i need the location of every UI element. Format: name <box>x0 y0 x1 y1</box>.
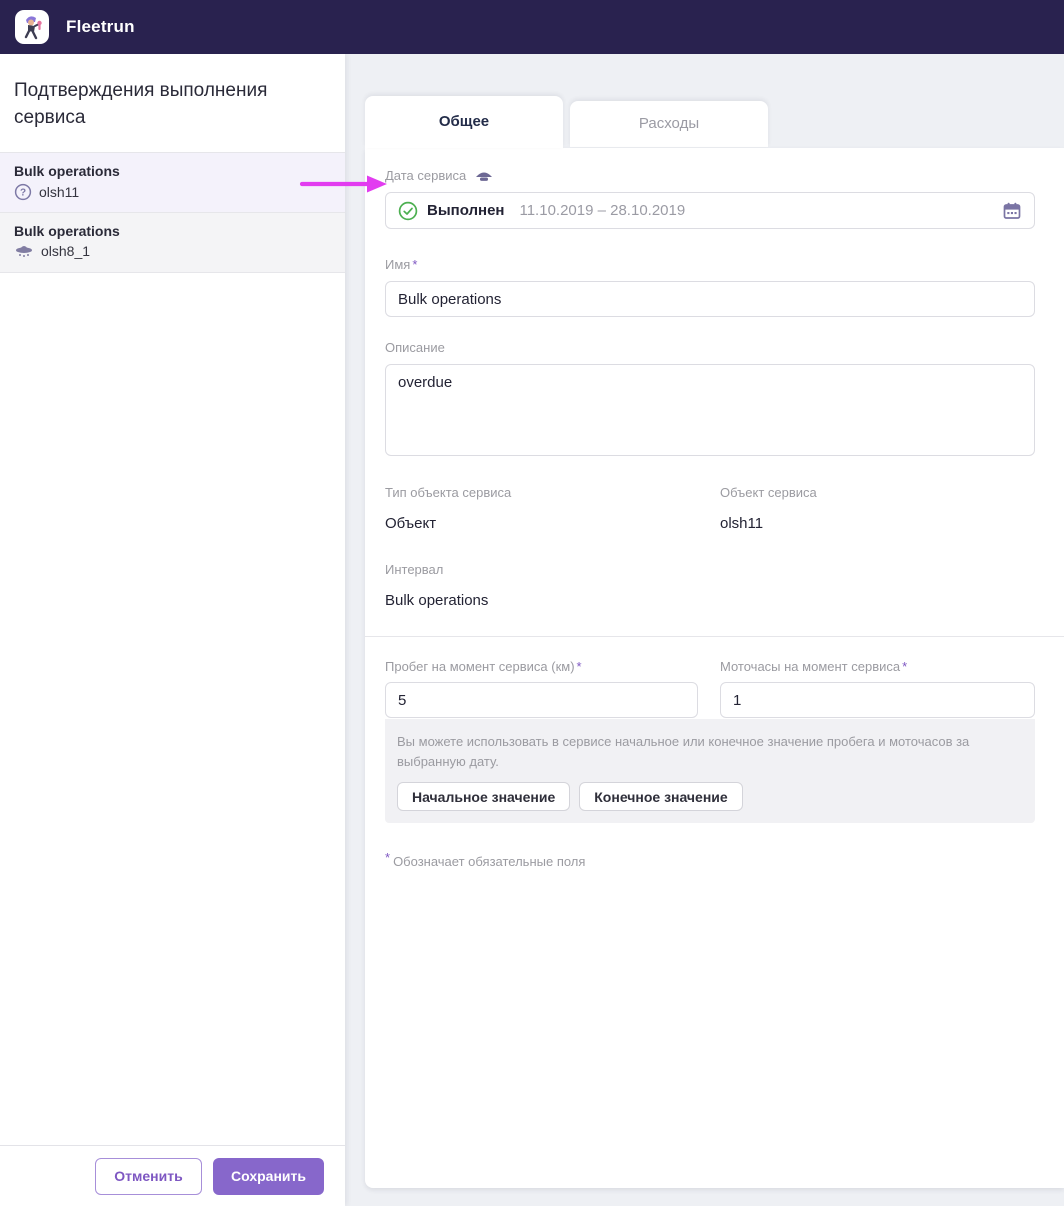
engine-hours-input[interactable] <box>720 682 1035 718</box>
calendar-icon <box>1002 201 1022 221</box>
ufo-icon <box>14 243 34 258</box>
status-done-icon <box>398 201 418 221</box>
description-textarea[interactable]: overdue <box>385 364 1035 456</box>
svg-text:?: ? <box>20 188 26 199</box>
mechanic-runner-icon <box>20 14 44 40</box>
service-confirmation-list: Bulk operations ? olsh11 Bulk operations <box>0 152 345 273</box>
date-range-text: 11.10.2019 – 28.10.2019 <box>519 202 685 219</box>
object-value: olsh11 <box>720 515 817 532</box>
hint-text: Вы можете использовать в сервисе начальн… <box>397 732 1017 771</box>
tab-general[interactable]: Общее <box>365 96 563 148</box>
fleetrun-logo <box>15 10 49 44</box>
cancel-button[interactable]: Отменить <box>95 1158 202 1195</box>
app-header: Fleetrun <box>0 0 1064 54</box>
final-value-button[interactable]: Конечное значение <box>579 782 742 811</box>
mileage-label: Пробег на момент сервиса (км) <box>385 659 575 674</box>
calendar-button[interactable] <box>1002 201 1022 221</box>
name-input[interactable] <box>385 281 1035 317</box>
engine-hours-label: Моточасы на момент сервиса <box>720 659 900 674</box>
section-divider <box>365 636 1064 637</box>
list-item-title: Bulk operations <box>14 223 331 239</box>
general-tab-panel: Дата сервиса Выполнен 11.10.2019 – 28.10… <box>365 148 1064 1188</box>
interval-label: Интервал <box>385 562 1035 577</box>
footnote-text: Обозначает обязательные поля <box>393 854 585 869</box>
list-item-subtitle: olsh11 <box>39 184 79 200</box>
required-asterisk: * <box>385 850 390 865</box>
app-title: Fleetrun <box>66 17 135 37</box>
object-type-label: Тип объекта сервиса <box>385 485 720 500</box>
required-asterisk: * <box>577 659 582 674</box>
list-item-olsh8_1[interactable]: Bulk operations olsh8_1 <box>0 213 345 273</box>
initial-value-button[interactable]: Начальное значение <box>397 782 570 811</box>
sidebar: Подтверждения выполнения сервиса Bulk op… <box>0 54 345 1206</box>
list-item-title: Bulk operations <box>14 163 331 179</box>
date-label: Дата сервиса <box>385 168 466 183</box>
service-cap-icon <box>474 168 494 182</box>
page-title: Подтверждения выполнения сервиса <box>0 54 345 152</box>
list-item-subtitle: olsh8_1 <box>41 243 90 259</box>
sidebar-footer: Отменить Сохранить <box>0 1145 345 1206</box>
question-circle-icon: ? <box>14 183 32 201</box>
tab-expenses[interactable]: Расходы <box>570 101 768 147</box>
save-button[interactable]: Сохранить <box>213 1158 324 1195</box>
required-asterisk: * <box>902 659 907 674</box>
required-asterisk: * <box>412 257 417 272</box>
required-fields-footnote: *Обозначает обязательные поля <box>385 850 1035 869</box>
description-label: Описание <box>385 340 445 355</box>
interval-value: Bulk operations <box>385 592 1035 609</box>
mileage-input[interactable] <box>385 682 698 718</box>
status-text: Выполнен <box>427 202 504 219</box>
object-label: Объект сервиса <box>720 485 817 500</box>
object-type-value: Объект <box>385 515 720 532</box>
value-hint-panel: Вы можете использовать в сервисе начальн… <box>385 719 1035 823</box>
name-label: Имя <box>385 257 410 272</box>
list-item-olsh11[interactable]: Bulk operations ? olsh11 <box>0 153 345 213</box>
service-date-field[interactable]: Выполнен 11.10.2019 – 28.10.2019 <box>385 192 1035 229</box>
